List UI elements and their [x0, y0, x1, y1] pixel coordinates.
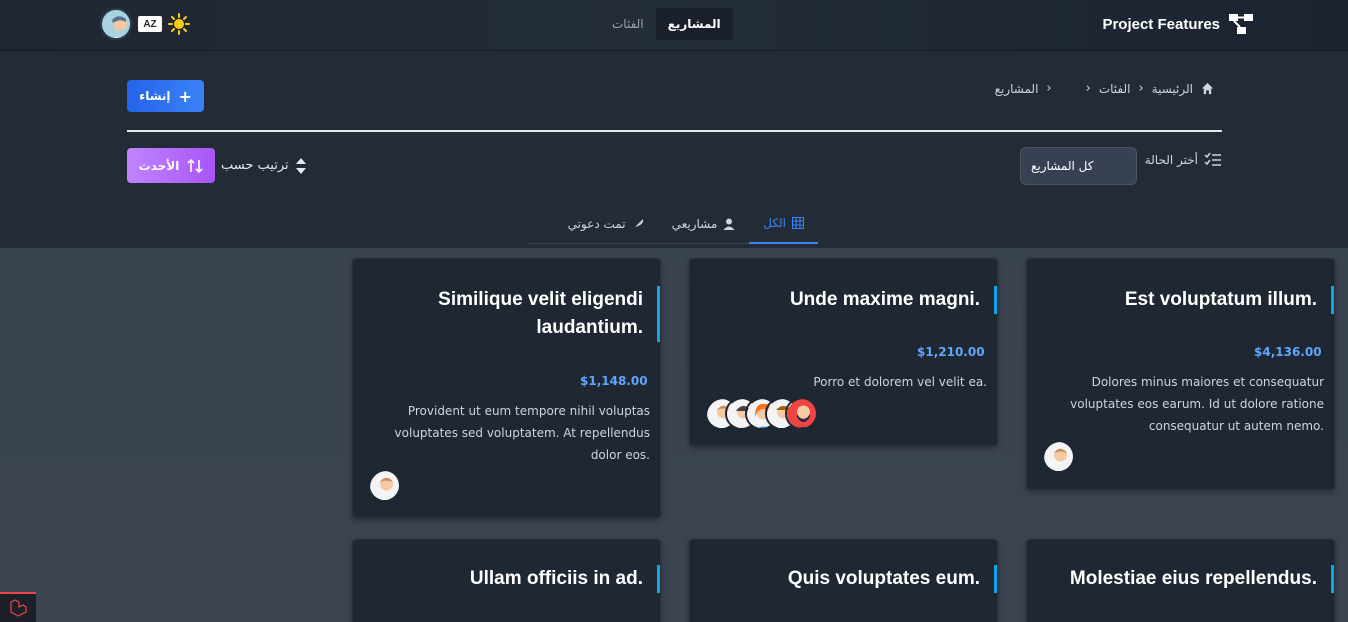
- feather-icon: [632, 218, 643, 229]
- grid-icon: [792, 216, 804, 229]
- user-avatar-icon: [102, 10, 130, 38]
- user-avatar[interactable]: [100, 8, 132, 40]
- tab-all[interactable]: الكل: [749, 203, 818, 244]
- sort-label: ترتيب حسب: [221, 158, 289, 173]
- sort-button[interactable]: الأحدث: [127, 148, 215, 183]
- filter-label: أختر الحالة: [1145, 152, 1222, 168]
- project-card[interactable]: Est voluptatum illum. $4,136.00 Dolores …: [1026, 258, 1335, 490]
- chevron-left-icon: ‹: [1046, 81, 1052, 96]
- create-button-label: إنشاء: [139, 89, 171, 103]
- project-card[interactable]: Unde maxime magni. $1,210.00 Porro et do…: [689, 258, 998, 446]
- filter-label-text: أختر الحالة: [1144, 153, 1198, 167]
- avatar-icon: [787, 399, 816, 428]
- avatar-icon: [1044, 442, 1073, 471]
- nav-categories[interactable]: الفئات: [600, 8, 656, 40]
- tab-invited[interactable]: تمت دعوتي: [554, 203, 658, 244]
- project-title[interactable]: Similique velit eligendi laudantium.: [430, 286, 660, 342]
- project-card[interactable]: Ullam officiis in ad.: [352, 539, 661, 622]
- project-title[interactable]: Quis voluptates eum.: [697, 565, 997, 593]
- brand[interactable]: Project Features: [1102, 10, 1254, 38]
- create-button[interactable]: + إنشاء: [127, 80, 204, 112]
- member-avatar[interactable]: [1042, 440, 1075, 473]
- project-description: Dolores minus maiores et consequatur vol…: [1070, 375, 1324, 433]
- project-card[interactable]: Similique velit eligendi laudantium. $1,…: [352, 258, 661, 518]
- project-tabs: الكل مشاريعي تمت دعوتي: [528, 203, 818, 244]
- checklist-icon: [1204, 152, 1221, 166]
- home-icon: [1201, 82, 1214, 95]
- user-icon: [723, 218, 735, 230]
- project-price: $4,136.00: [1254, 345, 1322, 359]
- members-list: [368, 469, 401, 502]
- project-title[interactable]: Ullam officiis in ad.: [360, 565, 660, 593]
- member-avatar[interactable]: [368, 469, 401, 502]
- translate-icon[interactable]: AZ: [138, 16, 162, 32]
- chevron-left-icon: ‹: [1085, 81, 1091, 96]
- debugbar-toggle[interactable]: [0, 592, 36, 622]
- sort-order-icon: [187, 158, 203, 173]
- project-title[interactable]: Molestiae eius repellendus.: [1034, 565, 1334, 593]
- breadcrumb: الرئيسية ‹ الفئات ‹ ‹ المشاريع: [995, 81, 1214, 96]
- members-list: [1042, 440, 1075, 473]
- top-tools: AZ: [100, 8, 190, 40]
- project-title[interactable]: Unde maxime magni.: [697, 286, 997, 314]
- page-header: الرئيسية ‹ الفئات ‹ ‹ المشاريع + إنشاء أ…: [0, 51, 1348, 248]
- laravel-icon: [10, 599, 27, 617]
- project-card[interactable]: Quis voluptates eum.: [689, 539, 998, 622]
- project-description: Provident ut eum tempore nihil voluptas …: [394, 404, 650, 462]
- tab-invited-label: تمت دعوتي: [567, 216, 626, 231]
- sun-icon[interactable]: [168, 13, 190, 35]
- sort-arrows-icon[interactable]: [295, 156, 307, 176]
- project-description: Porro et dolorem vel velit ea.: [813, 375, 987, 389]
- members-list: [705, 397, 818, 430]
- avatar-icon: [370, 471, 399, 500]
- divider: [127, 130, 1222, 132]
- nav-projects[interactable]: المشاريع: [655, 8, 733, 40]
- project-title[interactable]: Est voluptatum illum.: [1034, 286, 1334, 314]
- project-card[interactable]: Molestiae eius repellendus.: [1026, 539, 1335, 622]
- tab-my-projects[interactable]: مشاريعي: [658, 203, 750, 244]
- project-price: $1,210.00: [917, 345, 985, 359]
- project-logo-icon: [1229, 14, 1253, 34]
- brand-name: Project Features: [1102, 15, 1220, 33]
- tab-all-label: الكل: [763, 215, 786, 230]
- top-nav: المشاريع الفئات: [600, 8, 733, 40]
- breadcrumb-categories[interactable]: الفئات: [1099, 82, 1131, 96]
- member-avatar[interactable]: [785, 397, 818, 430]
- tab-my-projects-label: مشاريعي: [671, 216, 718, 231]
- sort-button-label: الأحدث: [138, 158, 180, 173]
- top-navbar: Project Features المشاريع الفئات AZ: [0, 0, 1348, 51]
- plus-icon: +: [178, 86, 192, 106]
- breadcrumb-projects[interactable]: المشاريع: [995, 82, 1039, 96]
- project-price: $1,148.00: [580, 374, 648, 388]
- chevron-left-icon: ‹: [1138, 81, 1144, 96]
- status-select[interactable]: كل المشاريع: [1020, 147, 1137, 185]
- breadcrumb-home[interactable]: الرئيسية: [1152, 82, 1193, 96]
- sort-control: ترتيب حسب الأحدث: [127, 148, 307, 183]
